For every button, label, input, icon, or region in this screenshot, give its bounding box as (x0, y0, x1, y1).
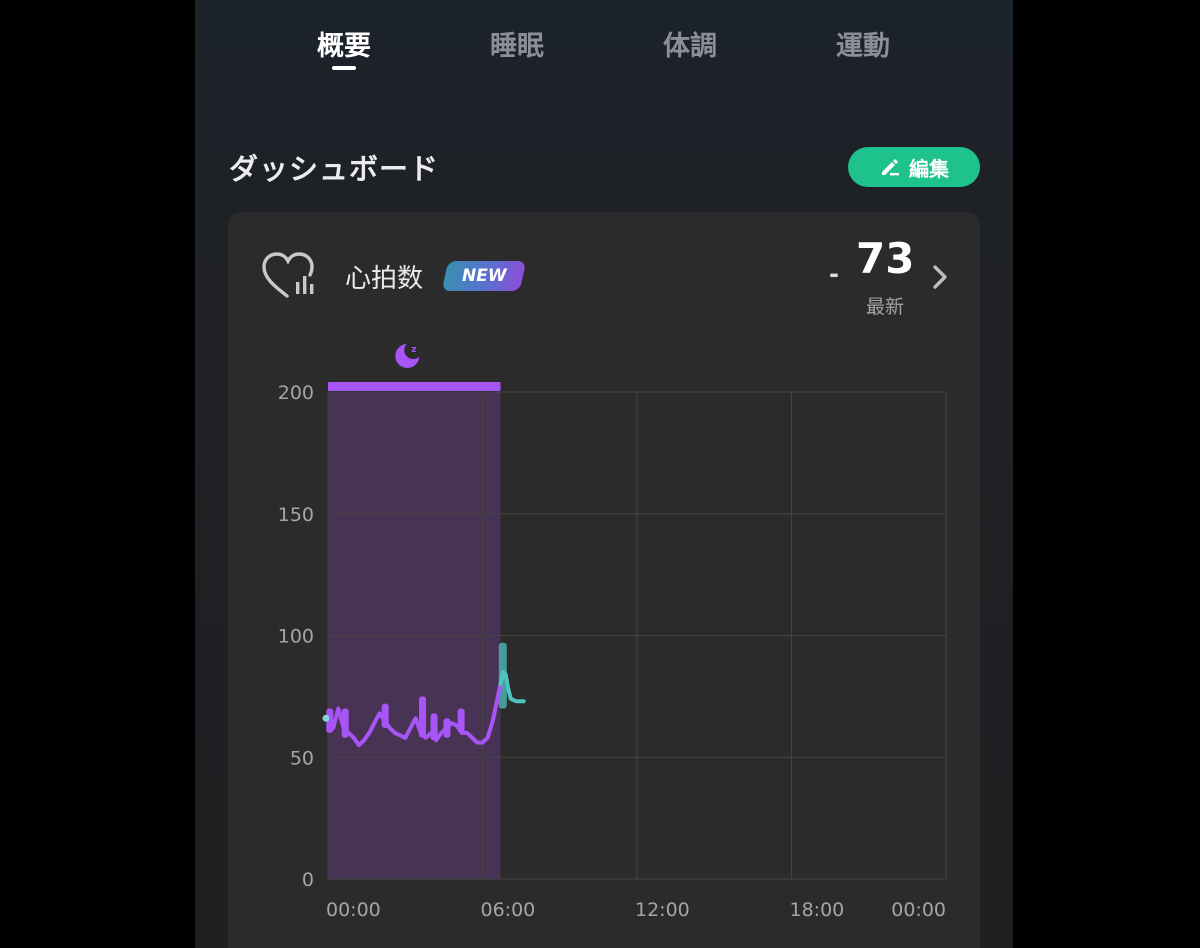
edit-button-label: 編集 (909, 156, 949, 181)
edit-button[interactable]: 編集 (848, 147, 980, 187)
pencil-icon (882, 159, 899, 176)
x-tick-label: 12:00 (635, 899, 690, 921)
tab-overview[interactable]: 概要 (279, 24, 409, 63)
y-tick-label: 100 (278, 626, 314, 648)
tab-exercise[interactable]: 運動 (798, 24, 928, 63)
tab-condition[interactable]: 体調 (625, 24, 755, 63)
heart-rate-chart: z 200 150 100 50 0 00:00 06:00 12:00 18:00 00:00 (278, 341, 947, 921)
y-tick-label: 0 (302, 869, 314, 891)
top-tab-bar: 概要 睡眠 体調 運動 (195, 0, 1013, 90)
x-tick-label: 00:00 (326, 899, 381, 921)
x-tick-label: 00:00 (891, 899, 946, 921)
start-point (322, 714, 330, 722)
dashboard-title: ダッシュボード (229, 152, 440, 186)
sleep-bar (328, 382, 501, 391)
active-tab-indicator (332, 66, 356, 70)
x-tick-label: 18:00 (790, 899, 845, 921)
y-tick-label: 150 (278, 504, 314, 526)
app-screen: 概要 睡眠 体調 運動 ダッシュボード 編集 心拍数 NEW - 73 最新 z… (195, 0, 1013, 948)
tab-sleep[interactable]: 睡眠 (452, 24, 582, 63)
y-tick-label: 50 (290, 747, 314, 769)
y-tick-label: 200 (278, 382, 314, 404)
x-tick-label: 06:00 (481, 899, 536, 921)
sleep-moon-icon: z (395, 341, 423, 368)
svg-text:z: z (411, 345, 416, 355)
heart-rate-card[interactable]: 心拍数 NEW - 73 最新 z 200 150 100 50 0 00:00 06:00 1… (228, 212, 980, 948)
